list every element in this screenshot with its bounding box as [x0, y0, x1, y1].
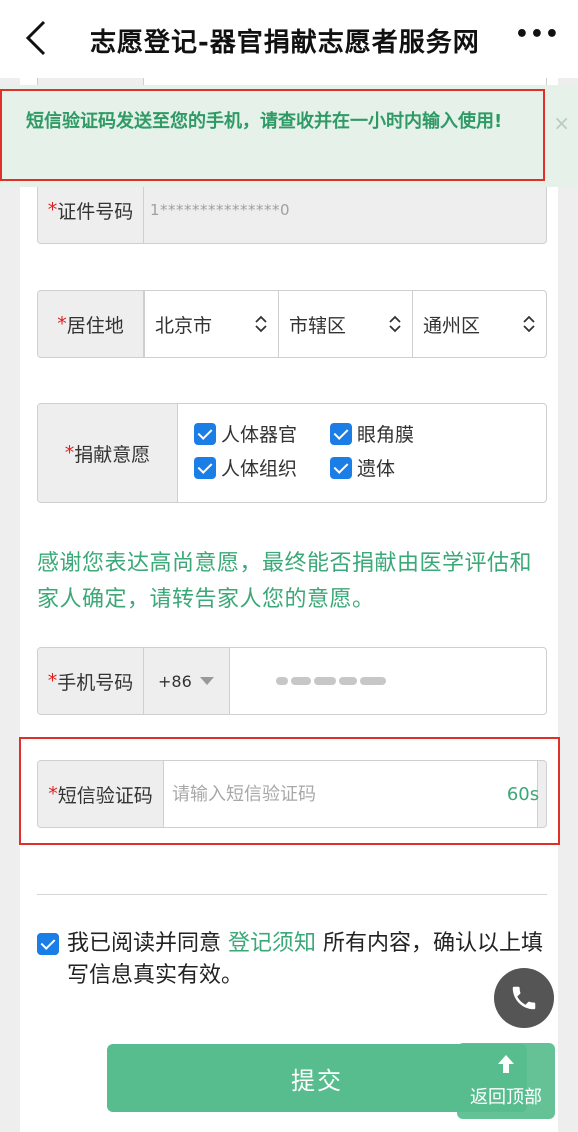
option-tissue[interactable]: 人体组织	[194, 454, 297, 481]
checkbox-checked-icon[interactable]	[330, 456, 352, 479]
phone-row: * 手机号码 +86	[37, 647, 547, 715]
residence-label: * 居住地	[38, 291, 144, 357]
back-to-top-button[interactable]: 返回顶部	[457, 1043, 555, 1119]
toast-highlight-frame	[0, 89, 545, 181]
page-margin-left	[0, 78, 20, 1132]
page-margin-right	[558, 78, 578, 1132]
agreement-text: 我已阅读并同意 登记须知 所有内容，确认以上填写信息真实有效。	[67, 931, 544, 988]
agreement: 我已阅读并同意 登记须知 所有内容，确认以上填写信息真实有效。	[37, 928, 547, 992]
terms-link[interactable]: 登记须知	[228, 931, 316, 956]
thanks-note: 感谢您表达高尚意愿，最终能否捐献由医学评估和家人确定，请转告家人您的意愿。	[37, 551, 533, 612]
section-divider	[37, 894, 547, 895]
district-select[interactable]: 通州区	[412, 291, 546, 357]
option-organ[interactable]: 人体器官	[194, 420, 297, 447]
required-mark: *	[57, 313, 67, 335]
back-arrow-icon[interactable]	[18, 16, 58, 60]
required-mark: *	[47, 670, 58, 692]
donation-intent-row: * 捐献意愿 人体器官 眼角膜 人体组织 遗体	[37, 403, 547, 503]
select-updown-icon	[389, 315, 401, 333]
checkbox-checked-icon[interactable]	[194, 456, 216, 479]
dropdown-triangle-icon	[199, 677, 214, 685]
navigation-bar: 志愿登记-器官捐献志愿者服务网 •••	[0, 0, 578, 78]
sms-highlight-frame	[19, 737, 560, 845]
province-select[interactable]: 北京市	[144, 291, 278, 357]
close-icon[interactable]: ×	[553, 111, 570, 135]
option-cornea[interactable]: 眼角膜	[330, 420, 414, 447]
agree-checkbox-icon[interactable]	[37, 933, 59, 955]
select-updown-icon	[523, 315, 535, 333]
up-arrow-icon	[498, 1055, 514, 1073]
checkbox-checked-icon[interactable]	[194, 422, 216, 445]
phone-number-blurred[interactable]	[276, 648, 389, 714]
phone-label: * 手机号码	[38, 648, 144, 714]
phone-call-icon[interactable]	[494, 968, 554, 1028]
checkbox-checked-icon[interactable]	[330, 422, 352, 445]
required-mark: *	[64, 442, 75, 464]
back-to-top-label: 返回顶部	[470, 1087, 542, 1108]
select-updown-icon	[255, 315, 267, 333]
required-mark: *	[47, 199, 58, 221]
city-select[interactable]: 市辖区	[278, 291, 412, 357]
more-options-icon[interactable]: •••	[515, 22, 560, 47]
country-code-select[interactable]: +86	[144, 648, 230, 714]
page-title: 志愿登记-器官捐献志愿者服务网	[90, 28, 480, 58]
donation-intent-label: * 捐献意愿	[38, 404, 178, 502]
option-body[interactable]: 遗体	[330, 454, 395, 481]
residence-row: * 居住地 北京市 市辖区 通州区	[37, 290, 547, 358]
